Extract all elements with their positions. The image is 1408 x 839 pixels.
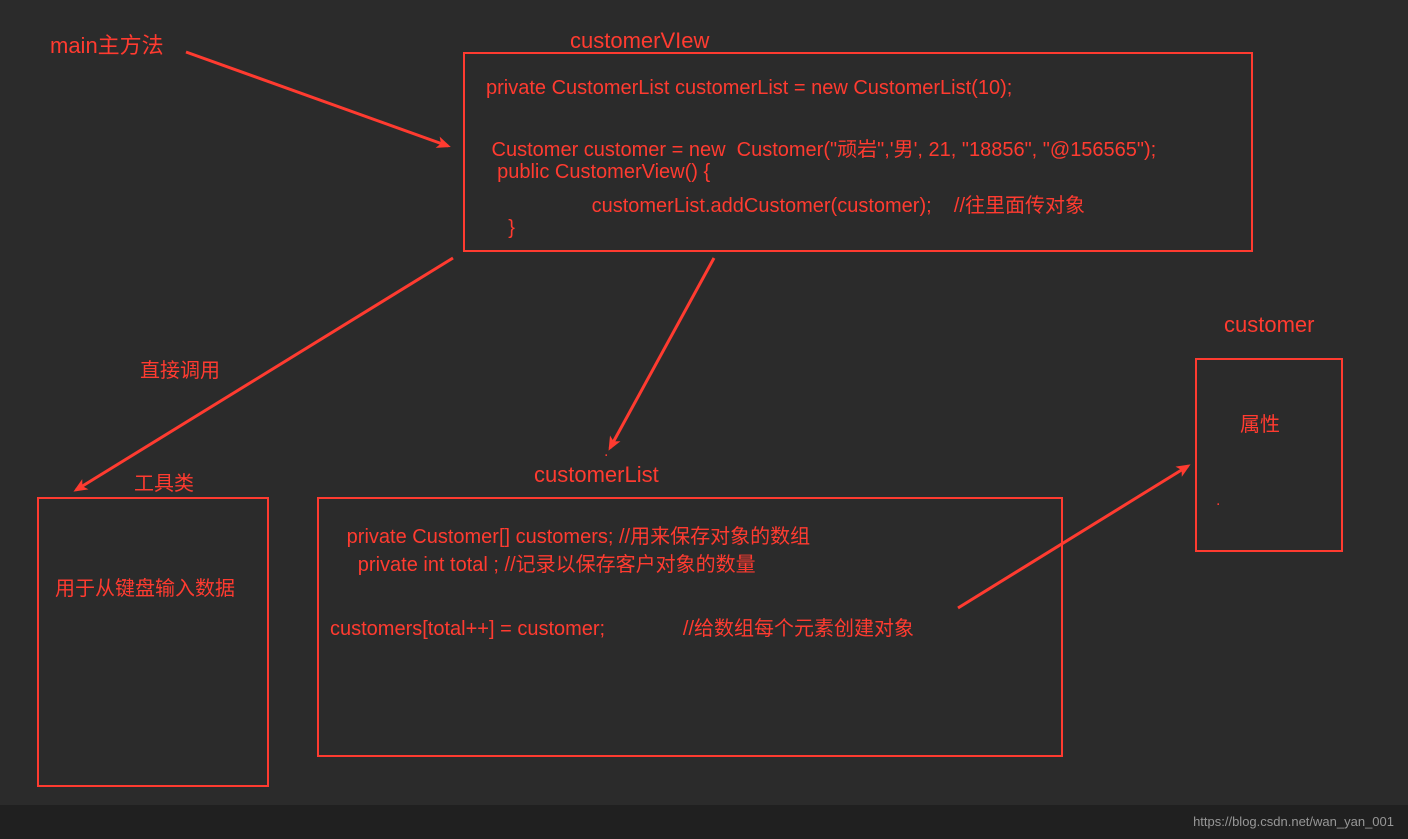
diagram-canvas: { "labels": { "main": "main主方法", "custom… (0, 0, 1408, 839)
cl-line-2: private int total ; //记录以保存客户对象的数量 (330, 548, 756, 577)
customer-view-label: customerVIew (570, 28, 709, 54)
cl-line-3: customers[total++] = customer; //给数组每个元素… (330, 612, 914, 641)
direct-call-label: 直接调用 (140, 354, 220, 383)
util-label: 工具类 (134, 467, 194, 496)
cv-line-2: Customer customer = new Customer("顽岩",'男… (486, 133, 1156, 162)
attr-text: 属性 (1240, 408, 1280, 437)
arrow-main-to-view (186, 52, 448, 146)
main-label: main主方法 (50, 28, 164, 60)
util-body-text: 用于从键盘输入数据 (55, 572, 235, 601)
cl-line-1: private Customer[] customers; //用来保存对象的数… (330, 520, 810, 549)
customer-list-label: customerList (534, 462, 659, 488)
cv-line-3: public CustomerView() { (486, 161, 710, 184)
arrow-view-to-list (610, 258, 714, 448)
footer-strip (0, 805, 1408, 839)
cv-line-4: customerList.addCustomer(customer); //往里… (486, 189, 1085, 218)
arrow-view-to-util (76, 258, 453, 490)
customer-box (1195, 358, 1343, 552)
cv-line-1: private CustomerList customerList = new … (486, 77, 1012, 100)
dot-icon: . (1216, 492, 1220, 510)
cv-line-5: } (486, 217, 515, 240)
customer-label: customer (1224, 312, 1314, 338)
arrow-dot-icon: . (604, 443, 608, 461)
util-box (37, 497, 269, 787)
